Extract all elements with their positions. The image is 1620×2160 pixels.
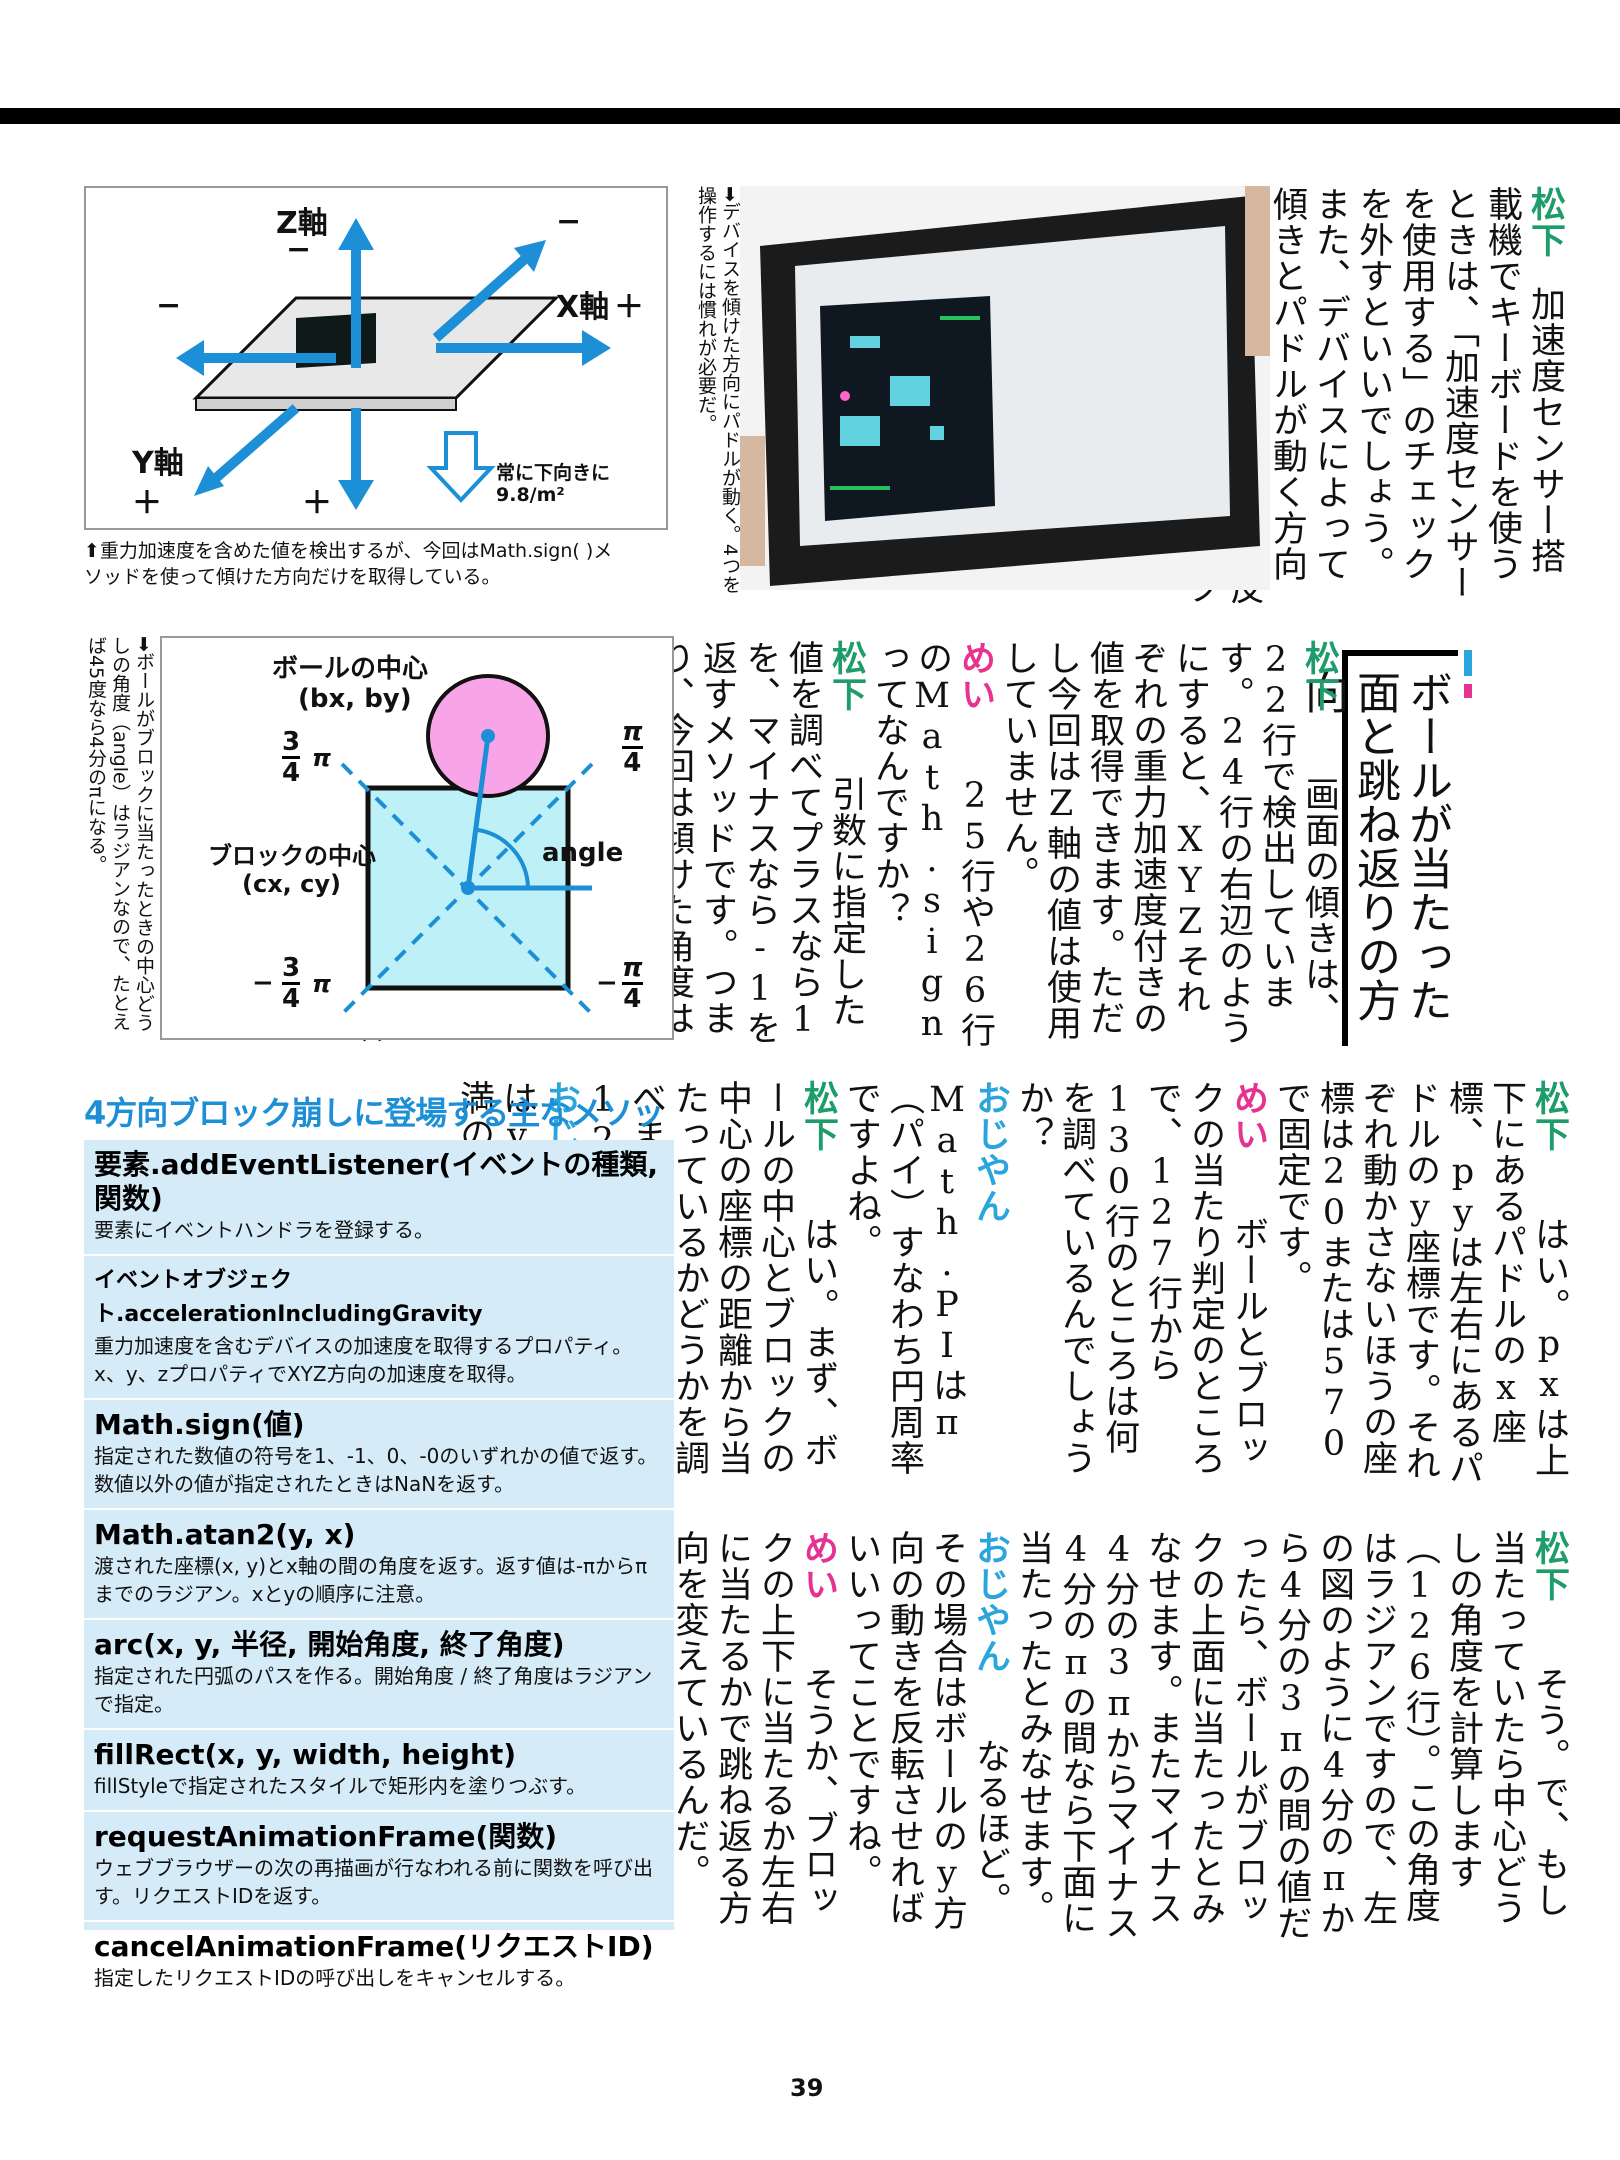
x-minus-top: − bbox=[556, 204, 582, 239]
numerator: 3 bbox=[282, 953, 301, 983]
dialogue-line: おじやん なるほど。その場合はボールのy方向の動きを反転させればいいってことです… bbox=[839, 1530, 1011, 1950]
article-col-2: 松下 画面の傾きは、22行で検出しています。24行の右辺のようにすると、XYZそ… bbox=[267, 640, 1340, 1050]
method-row: イベントオブジェクト.accelerationIncludingGravity 重… bbox=[84, 1256, 674, 1400]
method-name: 要素.addEventListener(イベントの種類, 関数) bbox=[94, 1148, 658, 1215]
method-row: arc(x, y, 半径, 開始角度, 終了角度) 指定された円弧のパスを作る。開… bbox=[84, 1620, 674, 1730]
article-col-3: 松下 はい。pxは上下にあるパドルのx座標、pyは左右にあるパドルのy座標です。… bbox=[454, 1080, 1570, 1490]
left-minus: − bbox=[156, 288, 182, 323]
dialogue-line: めい 25行や26行のMath.signってなんですか？ bbox=[867, 640, 996, 1050]
dialogue-line: 松下 画面の傾きは、22行で検出しています。24行の右辺のようにすると、XYZそ… bbox=[996, 640, 1340, 1050]
speaker-label: 松下 bbox=[1529, 1080, 1569, 1152]
frac-pi-4-bottom: π 4 bbox=[622, 954, 643, 1013]
heading-accent-2 bbox=[1464, 684, 1472, 698]
method-name: cancelAnimationFrame(リクエストID) bbox=[94, 1930, 654, 1963]
speaker-label: めい bbox=[798, 1530, 838, 1602]
denominator: 4 bbox=[622, 746, 643, 778]
method-name: Math.sign(値) bbox=[94, 1408, 305, 1441]
block-coords-label: (cx, cy) bbox=[242, 870, 341, 898]
method-row: fillRect(x, y, width, height) fillStyleで指… bbox=[84, 1730, 674, 1812]
page-number: 39 bbox=[790, 2074, 824, 2102]
method-description: 指定された数値の符号を1、-1、0、-0のいずれかの値で返す。数値以外の値が指定… bbox=[94, 1444, 658, 1496]
ball-block-figure: ボールの中心 (bx, by) ブロックの中心 (cx, cy) angle 3… bbox=[160, 636, 674, 1040]
y-plus: ＋ bbox=[132, 486, 162, 521]
methods-table: 要素.addEventListener(イベントの種類, 関数) 要素にイベントハ… bbox=[84, 1140, 674, 2004]
dialogue-text: 画面の傾きは、22行で検出しています。24行の右辺のようにすると、XYZそれぞれ… bbox=[998, 640, 1339, 1046]
gravity-value: 9.8/m² bbox=[496, 484, 565, 506]
neg-sign-right: − bbox=[596, 968, 618, 998]
method-name: fillRect(x, y, width, height) bbox=[94, 1738, 517, 1771]
x-axis-label: X軸 bbox=[556, 290, 610, 325]
numerator: 3 bbox=[282, 727, 301, 757]
method-description: 指定したリクエストIDの呼び出しをキャンセルする。 bbox=[94, 1966, 576, 1990]
method-row: requestAnimationFrame(関数) ウェブブラウザーの次の再描画が… bbox=[84, 1812, 674, 1922]
x-plus: ＋ bbox=[614, 290, 644, 325]
method-row: 要素.addEventListener(イベントの種類, 関数) 要素にイベントハ… bbox=[84, 1140, 674, 1256]
speaker-label: 松下 bbox=[826, 640, 866, 712]
tablet-photo bbox=[740, 186, 1270, 590]
method-row: Math.atan2(y, x) 渡された座標(x, y)とx軸の間の角度を返す。… bbox=[84, 1510, 674, 1620]
method-name: arc(x, y, 半径, 開始角度, 終了角度) bbox=[94, 1628, 565, 1661]
dialogue-line: めい そうか、ブロックの上下に当たるか左右に当たるかで跳ね返る方向を変えているん… bbox=[667, 1530, 839, 1950]
frac-3-4-pi-top: 3 4 bbox=[282, 727, 301, 788]
article-col-1 bbox=[1472, 640, 1572, 1060]
angle-label: angle bbox=[542, 838, 624, 868]
dialogue-text: そう。で、もし当たっていたら中心どうしの角度を計算します（126行）。この角度は… bbox=[1013, 1530, 1569, 1941]
article-intro: 松下加速度センサー搭載機でキーボードを使うときは、「加速度センサーを使用する」の… bbox=[1138, 186, 1566, 606]
dialogue-line: 松下 はい。pxは上下にあるパドルのx座標、pyは左右にあるパドルのy座標です。… bbox=[1269, 1080, 1570, 1490]
dialogue-line: 松下 そう。で、もし当たっていたら中心どうしの角度を計算します（126行）。この… bbox=[1011, 1530, 1570, 1950]
numerator: π bbox=[622, 953, 643, 983]
denominator: 4 bbox=[282, 756, 301, 788]
method-description: fillStyleで指定されたスタイルで矩形内を塗りつぶす。 bbox=[94, 1774, 587, 1798]
pi-symbol: π bbox=[312, 744, 331, 772]
tablet-illustration bbox=[740, 186, 1270, 590]
method-description: 渡された座標(x, y)とx軸の間の角度を返す。返す値は-πからπまでのラジアン… bbox=[94, 1554, 648, 1606]
speaker-label: めい bbox=[955, 640, 995, 712]
dialogue-line: めい ボールとブロックの当たり判定のところで、127行から130行のところは何を… bbox=[1011, 1080, 1269, 1490]
frac-pi-4-top: π 4 bbox=[622, 718, 643, 777]
photo-caption: ➡デバイスを傾けた方向にパドルが動く。4つを操作するには慣れが必要だ。 bbox=[695, 186, 741, 595]
method-row: cancelAnimationFrame(リクエストID) 指定したリクエストID… bbox=[84, 1922, 674, 2004]
axis-caption-2: ソッドを使って傾けた方向だけを取得している。 bbox=[84, 566, 501, 588]
article-col-4: 松下 そう。で、もし当たっていたら中心どうしの角度を計算します（126行）。この… bbox=[411, 1530, 1570, 1950]
speaker-label: 松下 bbox=[1525, 186, 1565, 258]
pi-symbol-bottom: π bbox=[312, 970, 331, 998]
speaker-label: 松下 bbox=[798, 1080, 838, 1152]
y-axis-label: Y軸 bbox=[132, 446, 184, 481]
speaker-label: めい bbox=[1228, 1080, 1268, 1152]
axis-caption-1: ⬆重力加速度を含めた値を検出するが、今回はMath.sign( )メ bbox=[84, 540, 613, 562]
speaker-label: おじやん bbox=[970, 1530, 1010, 1674]
method-description: 要素にイベントハンドラを登録する。 bbox=[94, 1218, 434, 1242]
denominator: 4 bbox=[282, 982, 301, 1014]
block-center-label: ブロックの中心 bbox=[208, 842, 376, 870]
neg-sign-left: − bbox=[252, 968, 274, 998]
gravity-label: 常に下向きに bbox=[496, 462, 611, 484]
method-description: 指定された円弧のパスを作る。開始角度 / 終了角度はラジアンで指定。 bbox=[94, 1664, 653, 1716]
z-minus: − bbox=[286, 232, 312, 267]
z-plus: ＋ bbox=[302, 486, 332, 521]
denominator: 4 bbox=[622, 982, 643, 1014]
numerator: π bbox=[622, 717, 643, 747]
axis-figure: Z軸 − − − X軸 ＋ Y軸 ＋ ＋ 常に下向きに 9.8/m² bbox=[84, 186, 668, 530]
dialogue-line: おじやん Math.PIはπ（パイ）すなわち円周率ですよね。 bbox=[839, 1080, 1011, 1490]
method-name: Math.atan2(y, x) bbox=[94, 1518, 356, 1551]
method-description: 重力加速度を含むデバイスの加速度を取得するプロパティ。x、y、zプロパティでXY… bbox=[94, 1334, 633, 1386]
speaker-label: 松下 bbox=[1529, 1530, 1569, 1602]
method-description: ウェブブラウザーの次の再描画が行なわれる前に関数を呼び出す。リクエストIDを返す… bbox=[94, 1856, 653, 1908]
section-heading: ボールが当たった面と跳ね返りの方向 bbox=[1297, 650, 1472, 1046]
ball-coords-label: (bx, by) bbox=[298, 684, 412, 714]
ball-figure-caption: ➡ボールがブロックに当たったときの中心どうしの角度（angle）はラジアンなので… bbox=[85, 636, 155, 1032]
method-row: Math.sign(値) 指定された数値の符号を1、-1、0、-0のいずれかの値で… bbox=[84, 1400, 674, 1510]
dialogue-text: Math.PIはπ（パイ）すなわち円周率ですよね。 bbox=[841, 1080, 967, 1476]
method-name: requestAnimationFrame(関数) bbox=[94, 1820, 558, 1853]
top-rule bbox=[0, 108, 1620, 124]
heading-accent bbox=[1464, 650, 1472, 676]
speaker-label: 松下 bbox=[1299, 640, 1339, 712]
ball-center-label: ボールの中心 bbox=[272, 654, 429, 684]
frac-3-4-pi-bottom: 3 4 bbox=[282, 953, 301, 1014]
speaker-label: おじやん bbox=[970, 1080, 1010, 1224]
method-name: イベントオブジェクト.accelerationIncludingGravity bbox=[94, 1268, 483, 1327]
dialogue-text: はい。pxは上下にあるパドルのx座標、pyは左右にあるパドルのy座標です。それぞ… bbox=[1271, 1080, 1569, 1486]
